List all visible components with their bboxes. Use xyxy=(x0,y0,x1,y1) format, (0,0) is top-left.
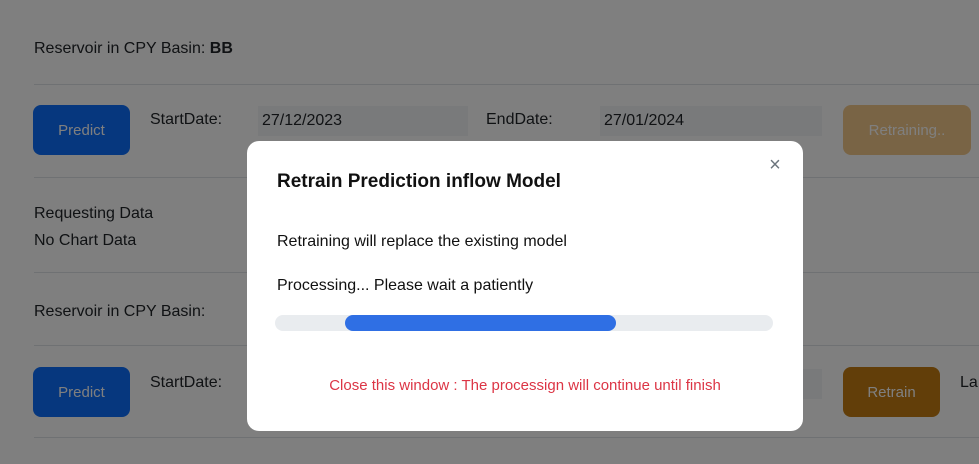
modal-processing-text: Processing... Please wait a patiently xyxy=(277,277,534,294)
page: Reservoir in CPY Basin: BB Predict Start… xyxy=(0,0,979,464)
close-icon[interactable]: × xyxy=(765,155,785,175)
modal-warning-text: Close this window : The processign will … xyxy=(329,377,721,394)
modal-message: Retraining will replace the existing mod… xyxy=(277,233,567,250)
modal-title: Retrain Prediction inflow Model xyxy=(277,171,561,192)
progress-bar xyxy=(344,315,617,331)
progress-track xyxy=(275,315,773,331)
retrain-modal: Retrain Prediction inflow Model × Retrai… xyxy=(247,141,803,431)
